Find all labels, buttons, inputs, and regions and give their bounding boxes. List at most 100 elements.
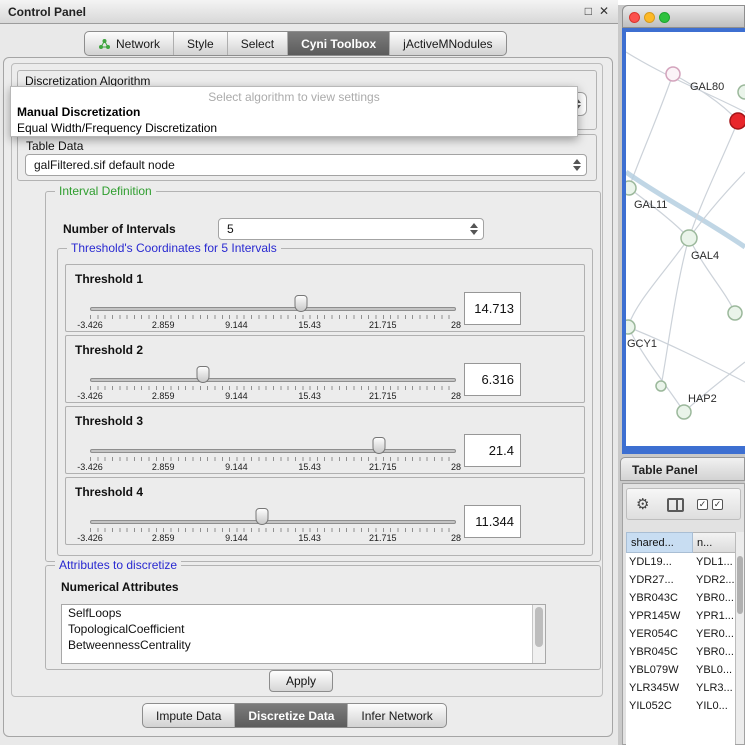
threshold-value-input[interactable]: 11.344 <box>464 505 521 538</box>
table-row[interactable]: YLR345W YLR3... <box>626 679 735 697</box>
tab-select[interactable]: Select <box>227 32 287 55</box>
list-item[interactable]: TopologicalCoefficient <box>62 621 545 637</box>
tab-infer-network[interactable]: Infer Network <box>347 704 445 727</box>
tick-label: 21.715 <box>369 533 397 543</box>
threshold-panel: Threshold 2 -3.426 2.859 9.144 15.43 21.… <box>65 335 585 403</box>
table-row[interactable]: YPR145W YPR1... <box>626 607 735 625</box>
traffic-minimize-button[interactable] <box>644 12 655 23</box>
traffic-zoom-button[interactable] <box>659 12 670 23</box>
gear-icon[interactable]: ⚙ <box>636 495 649 513</box>
apply-button[interactable]: Apply <box>269 670 333 692</box>
table-rows: YDL19... YDL1... YDR27... YDR2... YBR043… <box>626 553 735 745</box>
thresholds-group: Threshold's Coordinates for 5 Intervals … <box>57 248 593 556</box>
table-row[interactable]: YBR043C YBR0... <box>626 589 735 607</box>
list-item[interactable]: BetweennessCentrality <box>62 637 545 653</box>
list-scrollbar[interactable] <box>532 605 545 663</box>
traffic-close-button[interactable] <box>629 12 640 23</box>
control-panel-titlebar: Control Panel □ ✕ <box>0 0 618 24</box>
slider-thumb[interactable] <box>197 366 210 383</box>
slider-ticks <box>90 457 456 461</box>
tick-label: -3.426 <box>77 320 103 330</box>
scrollbar-thumb[interactable] <box>535 607 543 647</box>
threshold-value-input[interactable]: 14.713 <box>464 292 521 325</box>
stepper-icon <box>570 157 583 173</box>
dropdown-option-manual[interactable]: Manual Discretization <box>17 105 140 119</box>
interval-definition-group: Interval Definition Number of Intervals … <box>45 191 601 562</box>
num-intervals-select[interactable]: 5 <box>218 218 484 240</box>
dropdown-option-equal-width[interactable]: Equal Width/Frequency Discretization <box>17 121 217 135</box>
dropdown-placeholder: Select algorithm to view settings <box>11 90 577 104</box>
slider-thumb[interactable] <box>256 508 269 525</box>
table-data-select[interactable]: galFiltered.sif default node <box>25 154 587 176</box>
tab-label: Discretize Data <box>248 709 334 723</box>
numerical-attributes-label: Numerical Attributes <box>61 580 179 594</box>
table-cell: YBR0... <box>692 592 735 604</box>
column-header-shared-name[interactable]: shared... <box>626 532 693 553</box>
table-cell: YDL19... <box>626 556 692 568</box>
slider-track[interactable] <box>90 378 456 382</box>
threshold-value-input[interactable]: 21.4 <box>464 434 521 467</box>
tick-label: -3.426 <box>77 533 103 543</box>
table-cell: YBR0... <box>692 646 735 658</box>
table-row[interactable]: YBR045C YBR0... <box>626 643 735 661</box>
top-tab-bar: Network Style Select Cyni Toolbox jActiv… <box>84 31 507 56</box>
threshold-slider[interactable]: -3.426 2.859 9.144 15.43 21.715 28 <box>90 437 456 473</box>
float-icon[interactable]: □ <box>585 4 592 18</box>
network-icon <box>98 38 111 50</box>
column-header-name[interactable]: n... <box>693 532 738 553</box>
tick-label: 15.43 <box>298 320 321 330</box>
tick-label: 2.859 <box>152 320 175 330</box>
columns-icon[interactable] <box>667 498 684 512</box>
slider-thumb[interactable] <box>373 437 386 454</box>
tab-label: Style <box>187 37 214 51</box>
node-label: GCY1 <box>627 338 657 350</box>
numerical-attributes-list[interactable]: SelfLoops TopologicalCoefficient Between… <box>61 604 546 664</box>
node-label: GAL80 <box>690 81 724 93</box>
table-row[interactable]: YBL079W YBL0... <box>626 661 735 679</box>
tab-discretize-data[interactable]: Discretize Data <box>234 704 347 727</box>
tab-impute-data[interactable]: Impute Data <box>143 704 234 727</box>
table-row[interactable]: YDL19... YDL1... <box>626 553 735 571</box>
table-cell: YBR043C <box>626 592 692 604</box>
network-canvas[interactable]: GAL80 GAL11 GAL4 GCY1 HAP2 <box>626 32 745 446</box>
table-row[interactable]: YIL052C YIL0... <box>626 697 735 715</box>
threshold-value-input[interactable]: 6.316 <box>464 363 521 396</box>
slider-thumb[interactable] <box>295 295 308 312</box>
tab-style[interactable]: Style <box>173 32 227 55</box>
slider-track[interactable] <box>90 520 456 524</box>
tick-label: 15.43 <box>298 391 321 401</box>
tab-label: jActiveMNodules <box>403 37 492 51</box>
close-icon[interactable]: ✕ <box>599 4 609 18</box>
tick-label: 2.859 <box>152 391 175 401</box>
threshold-slider[interactable]: -3.426 2.859 9.144 15.43 21.715 28 <box>90 508 456 544</box>
tab-jactivemnodules[interactable]: jActiveMNodules <box>389 32 505 55</box>
table-cell: YDL1... <box>692 556 735 568</box>
tick-label: 28 <box>451 320 461 330</box>
table-scrollbar[interactable] <box>735 532 744 744</box>
tab-cyni-toolbox[interactable]: Cyni Toolbox <box>287 32 389 55</box>
slider-track[interactable] <box>90 307 456 311</box>
tick-label: 21.715 <box>369 391 397 401</box>
slider-track[interactable] <box>90 449 456 453</box>
table-row[interactable]: YER054C YER0... <box>626 625 735 643</box>
threshold-panel: Threshold 1 -3.426 2.859 9.144 15.43 21.… <box>65 264 585 332</box>
tab-network[interactable]: Network <box>85 32 173 55</box>
list-item[interactable]: SelfLoops <box>62 605 545 621</box>
threshold-slider[interactable]: -3.426 2.859 9.144 15.43 21.715 28 <box>90 295 456 331</box>
table-row[interactable]: YDR27... YDR2... <box>626 571 735 589</box>
scrollbar-thumb[interactable] <box>737 556 743 614</box>
tick-label: -3.426 <box>77 391 103 401</box>
network-window-titlebar <box>622 5 745 28</box>
attributes-group: Attributes to discretize Numerical Attri… <box>45 565 601 670</box>
tick-label: 28 <box>451 391 461 401</box>
table-toolbar: ⚙ ✓ ✓ <box>626 488 741 520</box>
select-column-icon[interactable]: ✓ <box>697 499 708 510</box>
table-cell: YLR3... <box>692 682 735 694</box>
select-all-icon[interactable]: ✓ <box>712 499 723 510</box>
threshold-label: Threshold 2 <box>75 343 143 357</box>
slider-ticks <box>90 315 456 319</box>
network-view-window: GAL80 GAL11 GAL4 GCY1 HAP2 <box>622 5 745 454</box>
tab-label: Network <box>116 37 160 51</box>
threshold-slider[interactable]: -3.426 2.859 9.144 15.43 21.715 28 <box>90 366 456 402</box>
table-cell: YPR145W <box>626 610 692 622</box>
